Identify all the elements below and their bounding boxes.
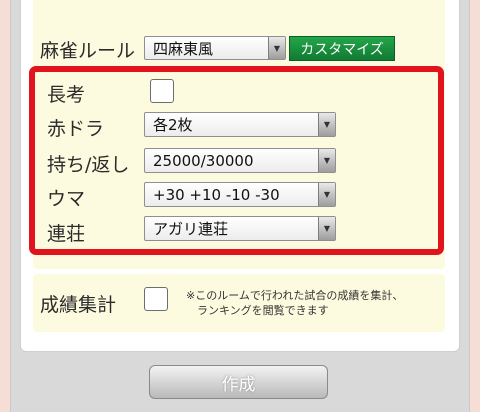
customize-button[interactable]: カスタマイズ (289, 36, 395, 61)
stats-checkbox[interactable] (144, 287, 168, 311)
highlight-frame (29, 66, 444, 255)
mahjong-rule-label: 麻雀ルール (40, 40, 136, 62)
stats-note-line-1: ※このルームで行われた試合の成績を集計、 (186, 289, 404, 302)
mahjong-rule-value: 四麻東風 (153, 39, 214, 58)
stats-label: 成績集計 (40, 294, 117, 316)
create-button[interactable]: 作成 (149, 365, 328, 399)
chevron-down-icon: ▼ (268, 37, 285, 59)
mahjong-rule-select[interactable]: 四麻東風 ▼ (144, 36, 286, 60)
stats-note-line-2: ランキングを閲覧できます (197, 304, 329, 317)
stats-note: ※このルームで行われた試合の成績を集計、 ランキングを閲覧できます (186, 288, 441, 318)
